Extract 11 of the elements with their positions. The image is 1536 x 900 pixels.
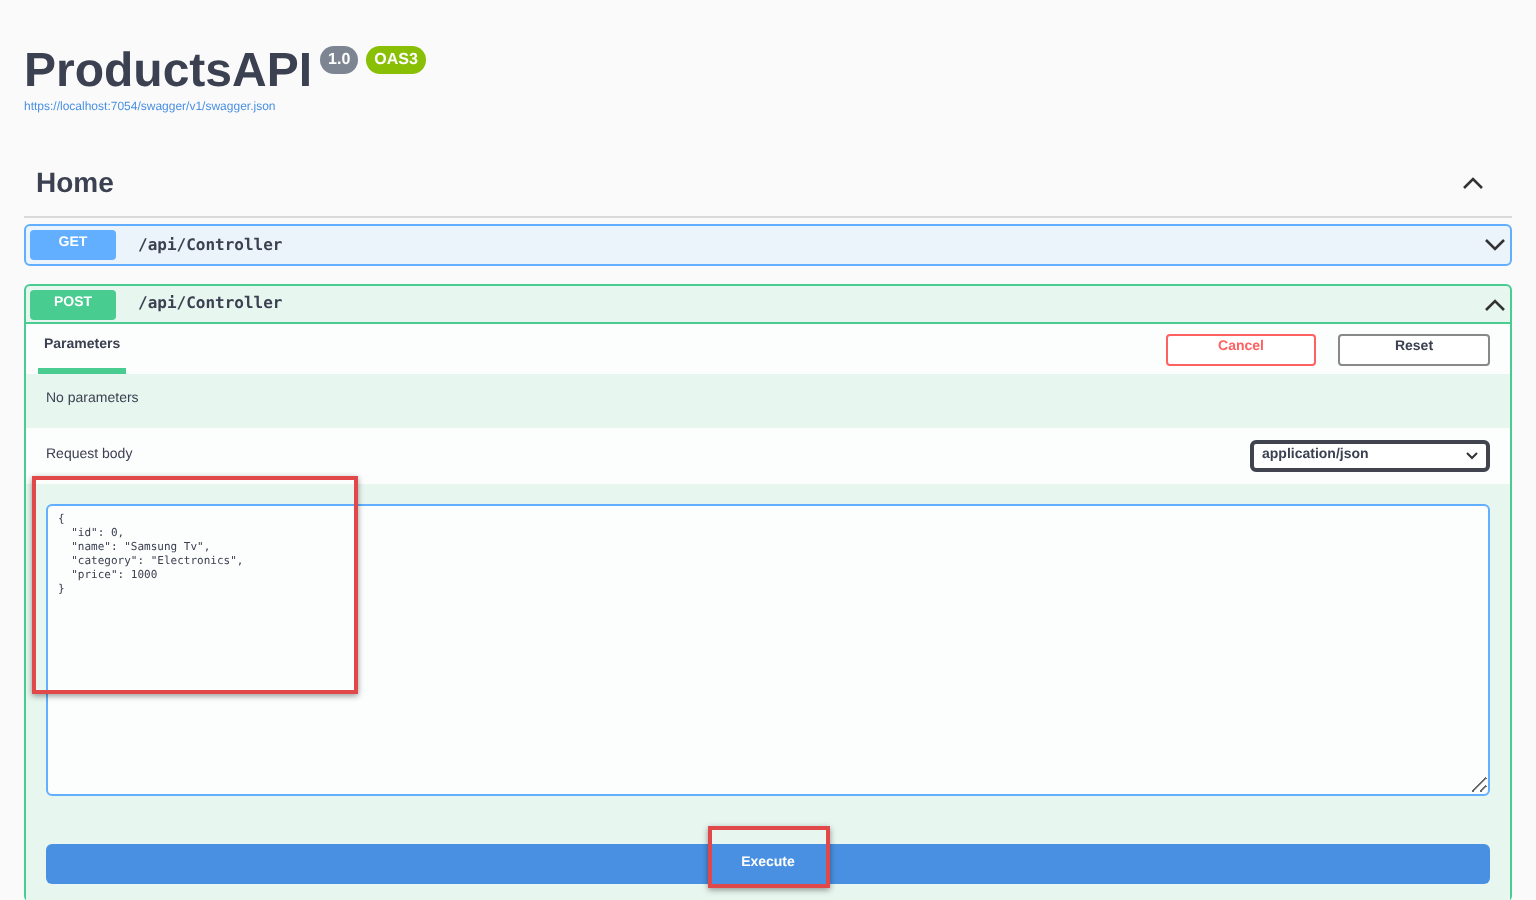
collapse-icon[interactable] xyxy=(1462,176,1484,190)
highlight-frame xyxy=(708,826,830,888)
expand-icon[interactable] xyxy=(1484,238,1506,252)
spec-badge: OAS3 xyxy=(366,46,426,74)
endpoint-path[interactable]: /api/Controller xyxy=(138,233,1462,257)
endpoint-path[interactable]: /api/Controller xyxy=(138,292,1462,316)
section-title[interactable]: Home xyxy=(36,162,114,204)
version-badge: 1.0 xyxy=(320,46,359,74)
collapse-icon[interactable] xyxy=(1484,297,1506,311)
caret-icon xyxy=(1466,452,1478,460)
api-title: ProductsAPI xyxy=(24,44,313,100)
